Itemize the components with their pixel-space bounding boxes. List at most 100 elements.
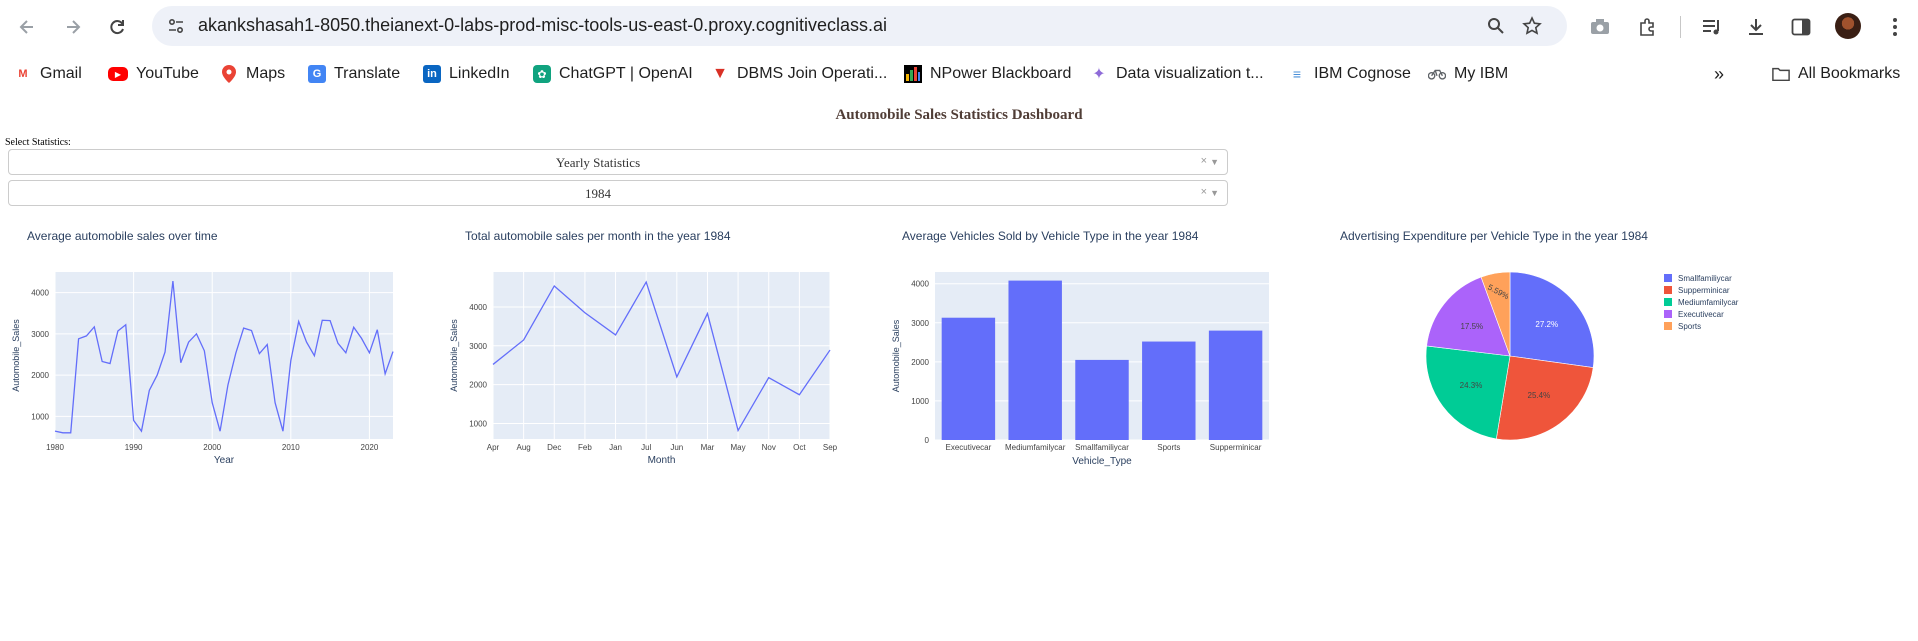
forward-icon[interactable] <box>56 10 90 44</box>
dbms-icon: ▼ <box>712 65 728 82</box>
x-tick-label: Aug <box>517 443 531 452</box>
x-tick-label: May <box>731 443 746 452</box>
y-tick-label: 4000 <box>469 303 487 312</box>
x-tick-label: Sports <box>1157 443 1180 452</box>
x-tick-label: Dec <box>547 443 561 452</box>
legend-label: Executivecar <box>1678 310 1724 319</box>
slice-label: 27.2% <box>1535 320 1558 329</box>
youtube-icon: ▶ <box>108 67 128 81</box>
year-dropdown-value: 1984 <box>585 186 611 201</box>
bookmark-ibm-cognos[interactable]: ≡ IBM Cognose <box>1288 62 1411 86</box>
legend-swatch <box>1664 310 1672 318</box>
translate-icon: G <box>308 65 326 83</box>
npower-icon <box>904 65 922 83</box>
download-icon[interactable] <box>1741 12 1771 42</box>
x-axis-label: Vehicle_Type <box>1072 456 1132 467</box>
bookmark-chatgpt[interactable]: ✿ ChatGPT | OpenAI <box>533 62 693 86</box>
x-tick-label: Nov <box>762 443 776 452</box>
zoom-icon[interactable] <box>1482 12 1510 40</box>
menu-kebab-icon[interactable] <box>1880 12 1910 42</box>
camera-icon[interactable] <box>1585 12 1615 42</box>
bookmark-gmail[interactable]: M Gmail <box>14 62 81 86</box>
media-control-icon[interactable] <box>1697 12 1727 42</box>
x-tick-label: 2020 <box>361 443 379 452</box>
bookmark-dataviz[interactable]: ✦ Data visualization t... <box>1090 62 1264 86</box>
bar <box>1075 359 1129 440</box>
y-tick-label: 1000 <box>911 397 929 406</box>
site-info-icon[interactable] <box>162 12 190 40</box>
ibm-cognos-icon: ≡ <box>1292 66 1302 82</box>
x-axis-label: Month <box>648 455 676 466</box>
line-chart-sales-over-time[interactable]: Automobile_Sales Year 1000 2000 3000 4000 1980… <box>0 255 420 475</box>
extensions-icon[interactable] <box>1632 12 1662 42</box>
bookmarks-bar: M Gmail ▶ YouTube Maps G Translate in Li… <box>0 52 1918 96</box>
x-tick-label: Supperminicar <box>1210 443 1262 452</box>
all-bookmarks[interactable]: All Bookmarks <box>1772 62 1900 86</box>
bookmark-dbms[interactable]: ▼ DBMS Join Operati... <box>711 62 887 86</box>
bookmark-my-ibm[interactable]: My IBM <box>1428 62 1508 86</box>
bookmark-linkedin[interactable]: in LinkedIn <box>423 62 510 86</box>
clear-icon[interactable]: × <box>1201 186 1207 198</box>
bookmark-translate[interactable]: G Translate <box>308 62 400 86</box>
plot-background <box>55 272 393 439</box>
star-icon[interactable] <box>1518 12 1546 40</box>
y-tick-label: 2000 <box>469 381 487 390</box>
y-tick-label: 0 <box>925 436 930 445</box>
bookmark-youtube[interactable]: ▶ YouTube <box>108 62 199 86</box>
chevron-down-icon[interactable]: ▼ <box>1210 157 1219 167</box>
side-panel-icon[interactable] <box>1786 12 1816 42</box>
year-dropdown[interactable]: 1984 × ▼ <box>8 180 1228 206</box>
x-tick-label: Sep <box>823 443 838 452</box>
legend-swatch <box>1664 286 1672 294</box>
bookmark-label: Translate <box>334 65 401 82</box>
bookmark-label: My IBM <box>1454 65 1509 82</box>
address-bar[interactable]: akankshasah1-8050.theianext-0-labs-prod-… <box>152 6 1567 46</box>
bookmark-label: NPower Blackboard <box>930 65 1072 82</box>
bar-chart-vehicle-type[interactable]: Automobile_Sales Vehicle_Type 0 1000 2000 300… <box>880 255 1280 475</box>
gmail-icon: M <box>18 68 28 80</box>
x-tick-label: Smallfamiliycar <box>1075 443 1129 452</box>
maps-icon <box>220 65 238 83</box>
x-tick-label: 2010 <box>282 443 300 452</box>
chart1-title: Average automobile sales over time <box>27 229 218 243</box>
x-tick-label: 1990 <box>125 443 143 452</box>
y-tick-label: 4000 <box>911 280 929 289</box>
bookmark-npower[interactable]: NPower Blackboard <box>904 62 1071 86</box>
bookmark-maps[interactable]: Maps <box>220 62 285 86</box>
profile-avatar[interactable] <box>1835 13 1861 39</box>
x-tick-label: 2000 <box>203 443 221 452</box>
y-tick-label: 2000 <box>911 358 929 367</box>
slice-label: 25.4% <box>1528 391 1551 400</box>
bar <box>941 317 996 440</box>
x-tick-label: Jan <box>609 443 622 452</box>
chatgpt-icon: ✿ <box>533 65 551 83</box>
bookmark-label: Data visualization t... <box>1116 65 1264 82</box>
x-tick-label: 1980 <box>46 443 64 452</box>
pie-chart-ad-expenditure[interactable]: 27.2%25.4%24.3%17.5%5.59%Smallfamiliycar… <box>1380 255 1760 475</box>
y-tick-label: 2000 <box>31 371 49 380</box>
bar <box>1008 280 1062 440</box>
chart2-title: Total automobile sales per month in the … <box>465 229 731 243</box>
y-tick-label: 3000 <box>31 330 49 339</box>
url-text[interactable]: akankshasah1-8050.theianext-0-labs-prod-… <box>198 15 887 36</box>
chevron-down-icon[interactable]: ▼ <box>1210 188 1219 198</box>
browser-toolbar: akankshasah1-8050.theianext-0-labs-prod-… <box>0 0 1918 52</box>
reload-icon[interactable] <box>100 10 134 44</box>
line-chart-monthly-sales[interactable]: Automobile_Sales Month 1000 2000 3000 4000 Apr… <box>440 255 860 475</box>
more-bookmarks-icon[interactable]: » <box>1714 62 1724 86</box>
x-tick-label: Feb <box>578 443 592 452</box>
y-axis-label: Automobile_Sales <box>891 319 901 392</box>
back-icon[interactable] <box>10 10 44 44</box>
x-tick-label: Jun <box>670 443 683 452</box>
chart4-title: Advertising Expenditure per Vehicle Type… <box>1340 229 1648 243</box>
y-tick-label: 4000 <box>31 289 49 298</box>
clear-icon[interactable]: × <box>1201 155 1207 167</box>
y-axis-label: Automobile_Sales <box>11 319 21 392</box>
statistics-dropdown-value: Yearly Statistics <box>555 155 641 170</box>
folder-icon <box>1772 65 1790 83</box>
statistics-dropdown[interactable]: Yearly Statistics × ▼ <box>8 149 1228 175</box>
bike-icon <box>1428 65 1446 83</box>
slice-label: 17.5% <box>1460 322 1483 331</box>
bookmark-label: IBM Cognose <box>1314 65 1411 82</box>
y-tick-label: 3000 <box>911 319 929 328</box>
